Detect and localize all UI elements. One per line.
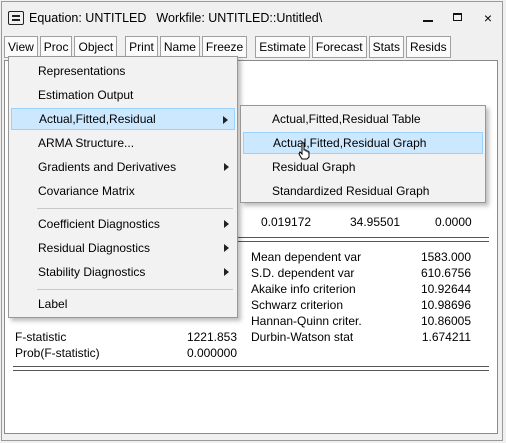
stat-label: Akaike info criterion bbox=[251, 282, 356, 296]
stat-value: 10.98696 bbox=[420, 298, 471, 312]
coef-std-error: 0.019172 bbox=[261, 215, 312, 229]
system-menu-icon[interactable] bbox=[8, 11, 24, 25]
submenu-item-label: Actual,Fitted,Residual Graph bbox=[273, 136, 427, 150]
stat-value: 0.000000 bbox=[186, 346, 237, 360]
menu-item-label: Representations bbox=[38, 64, 126, 78]
menu-item-label: Label bbox=[38, 297, 68, 311]
stats-button[interactable]: Stats bbox=[368, 36, 404, 58]
stat-label: S.D. dependent var bbox=[251, 266, 355, 280]
menu-item-label: Covariance Matrix bbox=[38, 184, 135, 198]
title-bar[interactable]: Equation: UNTITLED Workfile: UNTITLED::Un… bbox=[2, 2, 502, 34]
stat-value: 610.6756 bbox=[420, 266, 471, 280]
window-title: Equation: UNTITLED Workfile: UNTITLED::Un… bbox=[29, 11, 322, 25]
menu-item-coefficient-diagnostics[interactable]: Coefficient Diagnostics bbox=[11, 213, 235, 235]
title-workfile: Workfile: UNTITLED::Untitled\ bbox=[156, 11, 323, 25]
menu-item-stability-diagnostics[interactable]: Stability Diagnostics bbox=[11, 261, 235, 283]
submenu-arrow-icon bbox=[224, 220, 229, 228]
menu-item-label: Estimation Output bbox=[38, 88, 134, 102]
table-bottom-divider bbox=[13, 366, 489, 371]
menu-item-arma-structure[interactable]: ARMA Structure... bbox=[11, 132, 235, 154]
name-button[interactable]: Name bbox=[159, 36, 200, 58]
submenu-arrow-icon bbox=[223, 116, 228, 124]
menu-item-covariance-matrix[interactable]: Covariance Matrix bbox=[11, 180, 235, 202]
submenu-arrow-icon bbox=[224, 163, 229, 171]
stat-label: Durbin-Watson stat bbox=[251, 330, 354, 344]
stat-value: 1583.000 bbox=[420, 250, 471, 264]
stat-label: F-statistic bbox=[15, 330, 67, 344]
estimate-button[interactable]: Estimate bbox=[255, 36, 310, 58]
forecast-button[interactable]: Forecast bbox=[311, 36, 367, 58]
stat-value: 1.674211 bbox=[421, 330, 471, 344]
coef-t-stat: 34.95501 bbox=[350, 215, 401, 229]
submenu-arrow-icon bbox=[224, 244, 229, 252]
stat-label: Hannan-Quinn criter. bbox=[251, 314, 362, 328]
maximize-icon[interactable] bbox=[450, 10, 466, 26]
print-button[interactable]: Print bbox=[125, 36, 158, 58]
menu-separator bbox=[37, 289, 233, 290]
actual-fitted-residual-submenu: Actual,Fitted,Residual Table Actual,Fitt… bbox=[240, 105, 486, 203]
minimize-icon[interactable] bbox=[420, 10, 436, 26]
menu-item-label: Gradients and Derivatives bbox=[38, 160, 177, 174]
hand-cursor-icon bbox=[298, 142, 310, 160]
view-menu: Representations Estimation Output Actual… bbox=[8, 56, 238, 318]
submenu-item-afr-graph[interactable]: Actual,Fitted,Residual Graph bbox=[243, 132, 483, 154]
stat-value: 1221.853 bbox=[186, 330, 237, 344]
menu-item-label: ARMA Structure... bbox=[38, 136, 135, 150]
stat-value: 10.92644 bbox=[420, 282, 471, 296]
proc-button[interactable]: Proc bbox=[39, 36, 73, 58]
menu-item-estimation-output[interactable]: Estimation Output bbox=[11, 84, 235, 106]
stat-label: Schwarz criterion bbox=[251, 298, 344, 312]
submenu-item-standardized-residual-graph[interactable]: Standardized Residual Graph bbox=[243, 180, 483, 202]
coef-prob: 0.0000 bbox=[435, 215, 472, 229]
stat-label: Prob(F-statistic) bbox=[15, 346, 100, 360]
menu-item-label-object[interactable]: Label bbox=[11, 293, 235, 315]
menu-item-representations[interactable]: Representations bbox=[11, 60, 235, 82]
menu-item-label: Stability Diagnostics bbox=[38, 265, 146, 279]
submenu-item-residual-graph[interactable]: Residual Graph bbox=[243, 156, 483, 178]
resids-button[interactable]: Resids bbox=[405, 36, 451, 58]
freeze-button[interactable]: Freeze bbox=[201, 36, 248, 58]
menu-item-gradients-derivatives[interactable]: Gradients and Derivatives bbox=[11, 156, 235, 178]
submenu-arrow-icon bbox=[224, 268, 229, 276]
stat-value: 10.86005 bbox=[420, 314, 471, 328]
submenu-item-label: Standardized Residual Graph bbox=[272, 184, 430, 198]
menu-item-label: Coefficient Diagnostics bbox=[38, 217, 160, 231]
toolbar: View Proc Object Print Name Freeze Estim… bbox=[4, 36, 451, 58]
stat-label: Mean dependent var bbox=[251, 250, 362, 264]
view-button[interactable]: View bbox=[4, 36, 38, 58]
object-button[interactable]: Object bbox=[74, 36, 118, 58]
title-equation: Equation: UNTITLED bbox=[29, 11, 147, 25]
menu-item-residual-diagnostics[interactable]: Residual Diagnostics bbox=[11, 237, 235, 259]
menu-item-label: Actual,Fitted,Residual bbox=[39, 112, 156, 126]
menu-item-label: Residual Diagnostics bbox=[38, 241, 151, 255]
menu-separator bbox=[37, 208, 233, 209]
close-icon[interactable]: × bbox=[480, 10, 496, 26]
submenu-item-afr-table[interactable]: Actual,Fitted,Residual Table bbox=[243, 108, 483, 130]
submenu-item-label: Actual,Fitted,Residual Table bbox=[272, 112, 421, 126]
menu-item-actual-fitted-residual[interactable]: Actual,Fitted,Residual bbox=[11, 108, 235, 130]
submenu-item-label: Residual Graph bbox=[272, 160, 356, 174]
